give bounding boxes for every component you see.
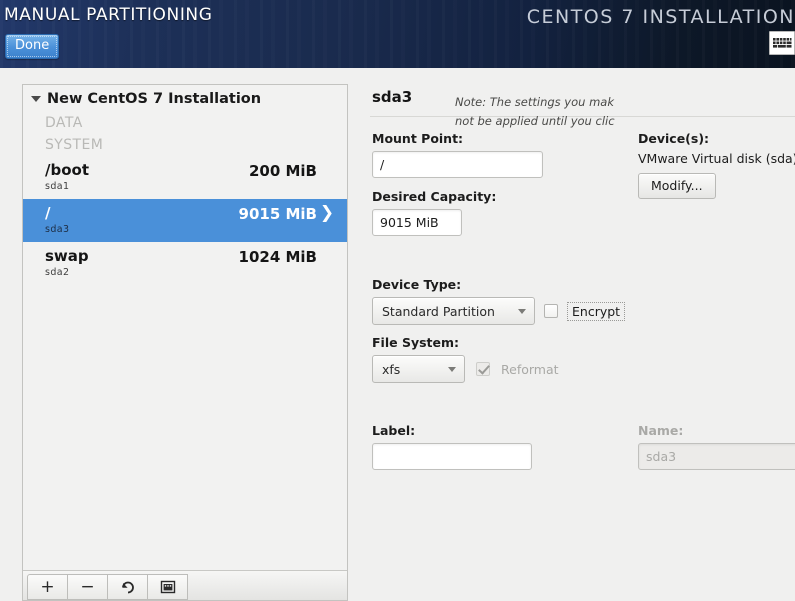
- desired-capacity-label: Desired Capacity:: [372, 189, 497, 204]
- name-field-label: Name:: [638, 423, 684, 438]
- file-system-label: File System:: [372, 335, 460, 350]
- chevron-down-icon: [518, 309, 526, 314]
- encrypt-label[interactable]: Encrypt: [567, 301, 626, 321]
- name-field-group: Name: sda3: [638, 423, 795, 470]
- remove-partition-button[interactable]: −: [67, 574, 108, 600]
- refresh-button[interactable]: [107, 574, 148, 600]
- note-line-1: Note: The settings you mak: [455, 95, 615, 109]
- refresh-icon: [121, 581, 134, 594]
- triangle-down-icon[interactable]: [31, 96, 41, 102]
- file-system-select[interactable]: xfs: [372, 355, 465, 383]
- partition-list-scroll[interactable]: New CentOS 7 Installation DATA SYSTEM /b…: [23, 85, 347, 570]
- manual-partitioning-screen: MANUAL PARTITIONING Done CENTOS 7 INSTAL…: [0, 0, 795, 601]
- partition-info: / sda3: [45, 204, 239, 236]
- partition-detail-panel: sda3 Mount Point: / Desired Capacity: 90…: [360, 84, 795, 601]
- device-type-select[interactable]: Standard Partition: [372, 297, 535, 325]
- partition-mount-point: /: [45, 204, 51, 222]
- partition-form: Mount Point: / Desired Capacity: 9015 Mi…: [360, 95, 795, 470]
- partition-row-boot[interactable]: /boot sda1 200 MiB ❯: [23, 156, 347, 199]
- label-field-group: Label:: [372, 423, 532, 470]
- content-area: New CentOS 7 Installation DATA SYSTEM /b…: [0, 68, 795, 601]
- devices-field-group: Device(s): VMware Virtual disk (sda) Mod…: [638, 131, 795, 199]
- desired-capacity-field-group: Desired Capacity: 9015 MiB: [372, 189, 552, 236]
- devices-value: VMware Virtual disk (sda): [638, 151, 795, 166]
- partition-mount-point: /boot: [45, 161, 89, 179]
- storage-config-icon: [160, 580, 175, 594]
- device-type-field-group: Device Type: Standard Partition Encrypt: [372, 277, 626, 325]
- partition-toolbar: + −: [23, 570, 347, 600]
- keyboard-layout-icon[interactable]: [769, 31, 795, 55]
- name-input: sda3: [638, 443, 795, 470]
- devices-label: Device(s):: [638, 131, 710, 146]
- group-header-system: SYSTEM: [45, 137, 104, 153]
- label-field-label: Label:: [372, 423, 416, 438]
- partition-device-name: sda1: [45, 181, 70, 192]
- partition-device-name: sda2: [45, 267, 70, 278]
- file-system-value: xfs: [382, 361, 401, 377]
- group-header-data: DATA: [45, 115, 83, 131]
- reformat-label: Reformat: [501, 361, 559, 377]
- note-line-2: not be applied until you clic: [455, 114, 615, 128]
- keyboard-icon: [772, 36, 792, 50]
- partition-row-swap[interactable]: swap sda2 1024 MiB ❯: [23, 242, 347, 285]
- chevron-right-icon: ❯: [319, 203, 335, 223]
- brand-label: CENTOS 7 INSTALLATION: [526, 6, 795, 28]
- page-title: MANUAL PARTITIONING: [4, 5, 213, 25]
- installation-root-row[interactable]: New CentOS 7 Installation: [23, 85, 347, 112]
- partition-device-name: sda3: [45, 224, 70, 235]
- mount-point-label: Mount Point:: [372, 131, 464, 146]
- installation-root-label: New CentOS 7 Installation: [47, 91, 262, 107]
- encrypt-checkbox[interactable]: [544, 304, 558, 318]
- plus-icon: +: [40, 576, 55, 597]
- mount-point-input[interactable]: /: [372, 151, 543, 178]
- done-button[interactable]: Done: [5, 34, 60, 59]
- device-type-label: Device Type:: [372, 277, 462, 292]
- minus-icon: −: [80, 576, 95, 597]
- partition-size: 200 MiB: [248, 162, 317, 180]
- storage-config-button[interactable]: [147, 574, 188, 600]
- device-type-value: Standard Partition: [382, 303, 495, 319]
- partition-info: /boot sda1: [45, 161, 249, 193]
- chevron-down-icon: [448, 367, 456, 372]
- reformat-checkbox[interactable]: [476, 362, 490, 376]
- app-header: MANUAL PARTITIONING Done CENTOS 7 INSTAL…: [0, 0, 795, 68]
- partition-info: swap sda2: [45, 247, 239, 279]
- partition-mount-point: swap: [45, 247, 89, 265]
- label-input[interactable]: [372, 443, 532, 470]
- partition-size: 9015 MiB: [238, 205, 317, 223]
- file-system-field-group: File System: xfs Reformat: [372, 335, 559, 383]
- partition-row-root[interactable]: / sda3 9015 MiB ❯: [23, 199, 347, 242]
- desired-capacity-input[interactable]: 9015 MiB: [372, 209, 462, 236]
- modify-devices-button[interactable]: Modify...: [638, 173, 716, 199]
- mount-point-field-group: Mount Point: /: [372, 131, 552, 178]
- add-partition-button[interactable]: +: [27, 574, 68, 600]
- partition-list-panel: New CentOS 7 Installation DATA SYSTEM /b…: [22, 84, 348, 601]
- partition-size: 1024 MiB: [238, 248, 317, 266]
- settings-note: Note: The settings you mak not be applie…: [455, 93, 795, 131]
